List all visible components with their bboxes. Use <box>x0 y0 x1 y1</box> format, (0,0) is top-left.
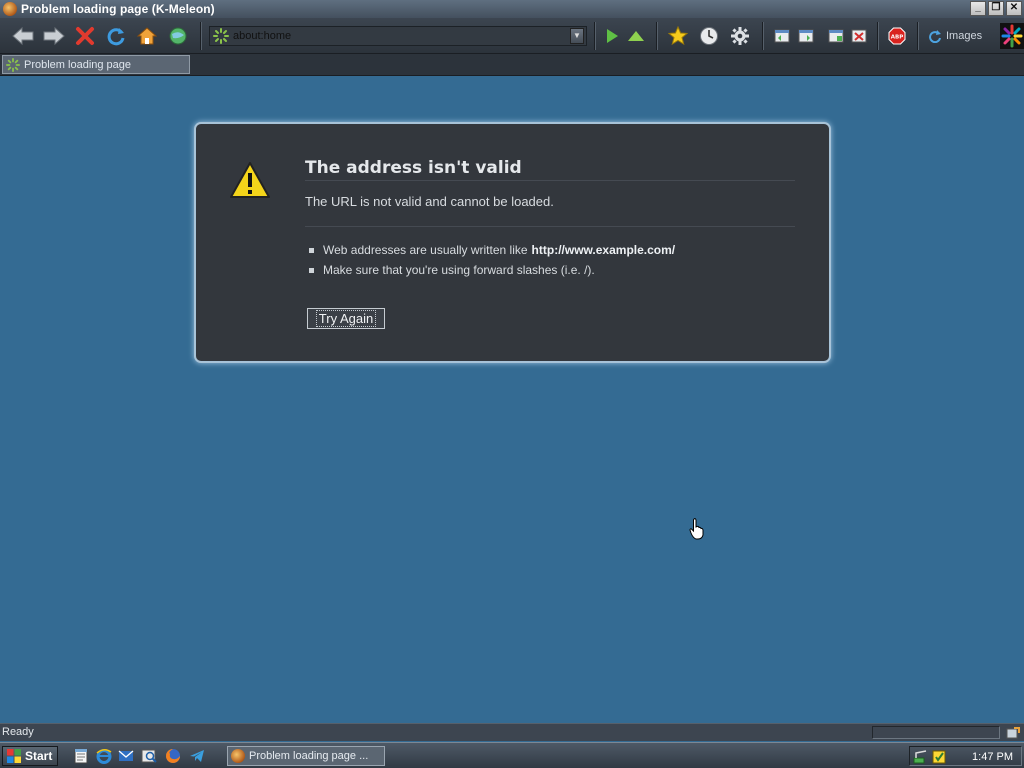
toolbar-separator <box>917 22 919 50</box>
bullet <box>309 267 314 273</box>
error-description: The URL is not valid and cannot be loade… <box>305 194 554 209</box>
play-icon <box>607 29 618 43</box>
explorer-search-icon[interactable] <box>141 748 157 764</box>
k-meleon-throbber-icon <box>1000 23 1024 49</box>
window-close-icon <box>851 29 867 43</box>
status-text: Ready <box>2 726 34 738</box>
start-button[interactable]: Start <box>2 746 58 766</box>
url-input[interactable] <box>233 28 570 44</box>
toolbar-separator <box>594 22 596 50</box>
resize-grip-icon[interactable] <box>1005 726 1021 740</box>
url-dropdown-button[interactable]: ▼ <box>570 28 584 44</box>
error-title: The address isn't valid <box>305 158 522 178</box>
bullet <box>309 247 314 253</box>
warning-icon <box>230 162 270 198</box>
images-label: Images <box>946 30 983 42</box>
adblock-button[interactable]: ABP <box>885 24 909 48</box>
close-tab-button[interactable] <box>847 24 871 48</box>
reload-icon <box>107 28 125 46</box>
up-triangle-icon <box>628 31 644 41</box>
close-window-button[interactable]: ✕ <box>1006 1 1022 16</box>
preferences-button[interactable] <box>728 24 752 48</box>
forward-arrow-icon <box>43 26 65 46</box>
firefox-icon[interactable] <box>165 748 181 764</box>
images-toggle-button[interactable]: Images <box>928 27 982 45</box>
clock-icon <box>700 27 718 45</box>
network-tray-icon[interactable] <box>913 749 929 765</box>
forward-button[interactable] <box>42 24 66 48</box>
window-back-icon <box>774 29 790 43</box>
window-forward-icon <box>798 29 814 43</box>
status-bar: Ready <box>0 723 1024 741</box>
restore-button[interactable]: ❐ <box>988 1 1004 16</box>
outlook-icon[interactable] <box>118 748 134 764</box>
list-item: Web addresses are usually written like h… <box>309 240 675 260</box>
images-refresh-icon <box>929 30 941 43</box>
k-meleon-app-icon <box>3 2 17 16</box>
go-button[interactable] <box>600 24 624 48</box>
divider <box>305 226 795 227</box>
divider <box>305 180 795 181</box>
toolbar-separator <box>200 22 202 50</box>
home-icon <box>137 27 157 45</box>
bookmarks-button[interactable] <box>666 24 690 48</box>
back-arrow-icon <box>12 26 34 46</box>
tab-bar: Problem loading page <box>0 54 1024 76</box>
taskbar-window-button[interactable]: Problem loading page ... <box>227 746 385 766</box>
toolbar-separator <box>656 22 658 50</box>
url-bar[interactable]: ▼ <box>209 26 587 46</box>
navigation-toolbar: ▼ ABP Images <box>0 18 1024 54</box>
new-window-button[interactable] <box>770 24 794 48</box>
title-bar: Problem loading page (K-Meleon) _ ❐ ✕ <box>0 0 1024 18</box>
toolbar-separator <box>877 22 879 50</box>
error-hints-list: Web addresses are usually written like h… <box>309 240 675 280</box>
stop-button[interactable] <box>73 24 97 48</box>
globe-button[interactable] <box>166 24 190 48</box>
hand-cursor-icon <box>689 518 704 540</box>
system-tray: 1:47 PM <box>909 746 1022 766</box>
tab-label: Problem loading page <box>24 58 132 71</box>
taskbar-window-label: Problem loading page ... <box>249 750 369 762</box>
example-url: http://www.example.com/ <box>531 243 676 257</box>
toolbar-separator <box>762 22 764 50</box>
throbber <box>1000 22 1024 50</box>
stop-x-icon <box>76 27 94 45</box>
star-icon <box>668 26 688 46</box>
internet-explorer-icon[interactable] <box>96 748 112 764</box>
minimize-button[interactable]: _ <box>970 1 986 16</box>
hint-text: Web addresses are usually written like <box>323 243 528 257</box>
loading-spinner-icon <box>6 57 20 72</box>
windows-logo-icon <box>7 749 21 763</box>
back-button[interactable] <box>11 24 35 48</box>
home-button[interactable] <box>135 24 159 48</box>
adblock-stop-icon: ABP <box>888 27 906 45</box>
hint-text: Make sure that you're using forward slas… <box>323 263 595 277</box>
up-button[interactable] <box>624 24 648 48</box>
try-again-button[interactable]: Try Again <box>307 308 385 329</box>
window-controls: _ ❐ ✕ <box>970 1 1022 16</box>
history-button[interactable] <box>697 24 721 48</box>
notepad-icon[interactable] <box>73 748 89 764</box>
status-pane <box>872 726 1000 739</box>
clock[interactable]: 1:47 PM <box>972 751 1013 763</box>
start-label: Start <box>25 749 53 763</box>
update-tray-icon[interactable] <box>931 749 947 765</box>
new-tab-button[interactable] <box>794 24 818 48</box>
globe-icon <box>169 27 187 45</box>
window-title: Problem loading page (K-Meleon) <box>21 2 215 16</box>
try-again-label: Try Again <box>315 310 377 327</box>
svg-text:ABP: ABP <box>891 35 903 41</box>
error-container: The address isn't valid The URL is not v… <box>194 122 831 363</box>
tab-problem-loading-page[interactable]: Problem loading page <box>2 55 190 74</box>
loading-spinner-icon <box>213 28 229 44</box>
list-item: Make sure that you're using forward slas… <box>309 260 675 280</box>
page-content: The address isn't valid The URL is not v… <box>0 76 1024 723</box>
k-meleon-app-icon <box>231 749 245 763</box>
telegram-icon[interactable] <box>189 748 205 764</box>
window-plus-icon <box>828 29 844 43</box>
gear-icon <box>731 27 749 45</box>
layer-button[interactable] <box>824 24 848 48</box>
reload-button[interactable] <box>104 24 128 48</box>
taskbar: Start Problem loading page ... 1:47 PM <box>0 742 1024 768</box>
